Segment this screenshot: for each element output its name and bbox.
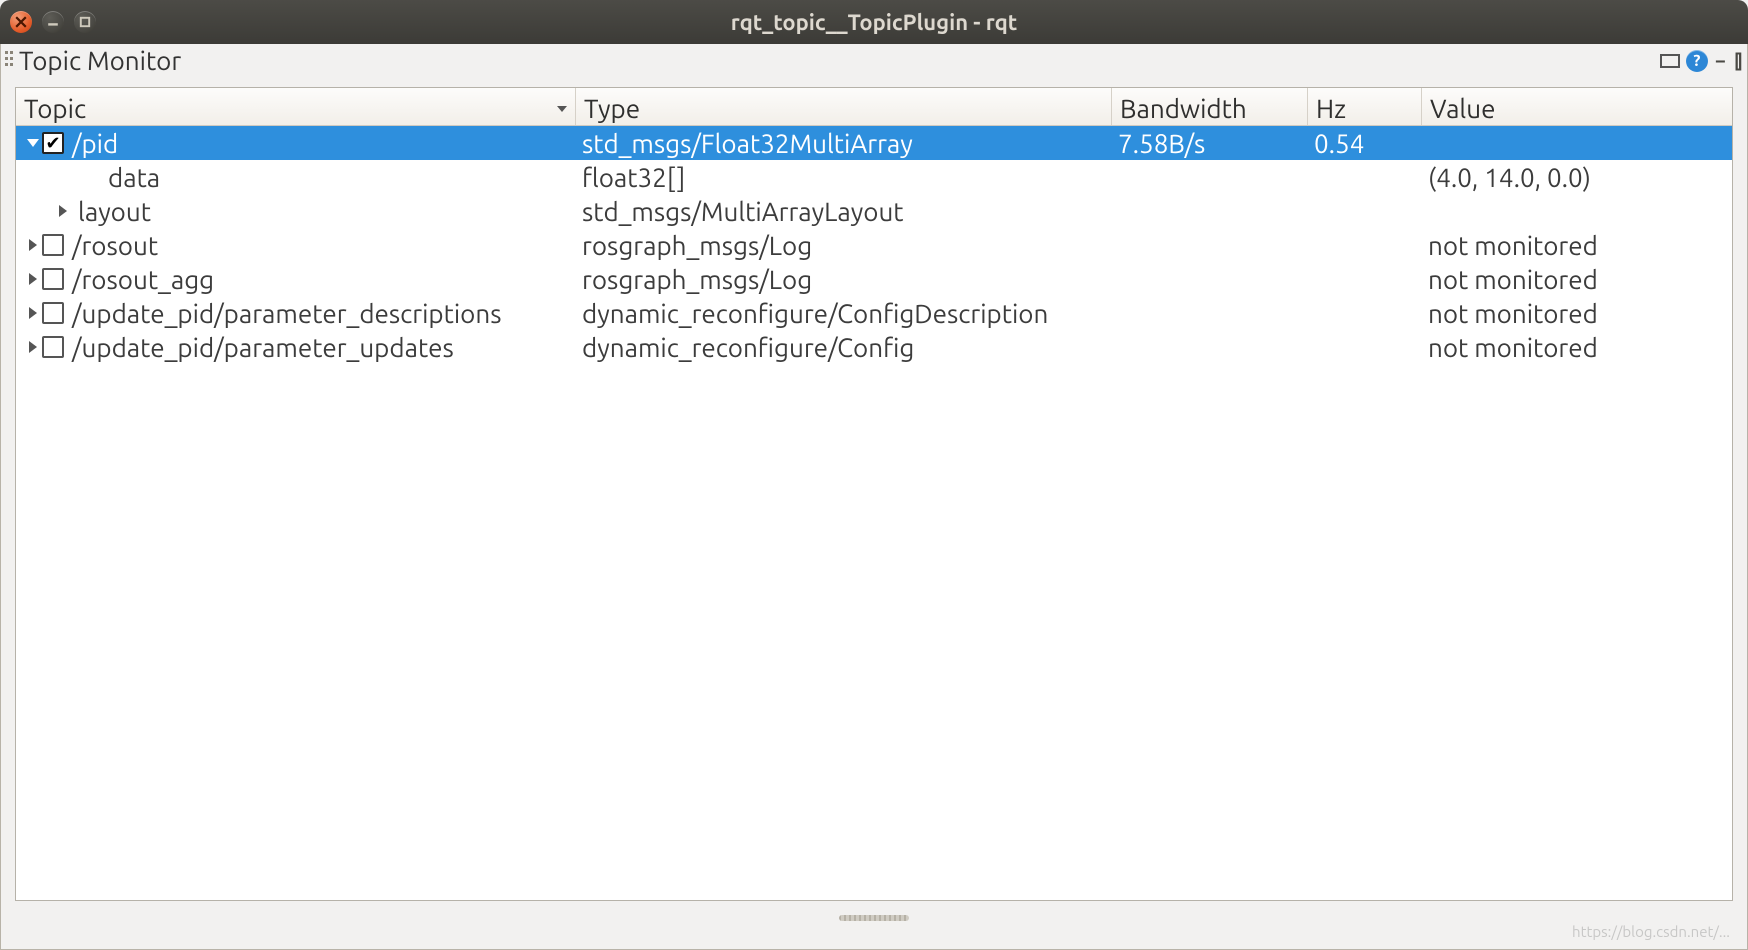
topic-type: dynamic_reconfigure/Config	[576, 333, 1112, 362]
dock-grip-icon[interactable]	[5, 49, 15, 73]
client-area: Topic Monitor ? – [ ] Topic Type Bandwid…	[0, 44, 1748, 950]
tree-row[interactable]: /update_pid/parameter_updates dynamic_rec…	[16, 330, 1732, 364]
tree-row[interactable]: data float32[] (4.0, 14.0, 0.0)	[16, 160, 1732, 194]
topic-hz: 0.54	[1308, 129, 1422, 158]
window-buttons	[10, 11, 96, 33]
expander-open-icon[interactable]	[24, 139, 42, 147]
topic-type: rosgraph_msgs/Log	[576, 231, 1112, 260]
expander-closed-icon[interactable]	[54, 205, 72, 217]
topic-type: rosgraph_msgs/Log	[576, 265, 1112, 294]
header-hz[interactable]: Hz	[1308, 88, 1422, 125]
topic-name: /rosout_agg	[70, 265, 214, 294]
header-value[interactable]: Value	[1422, 88, 1732, 125]
monitor-checkbox[interactable]	[42, 302, 64, 324]
header-type-label: Type	[584, 94, 640, 123]
topic-value: not monitored	[1422, 265, 1732, 294]
tree-row[interactable]: /rosout_agg rosgraph_msgs/Log not monitore…	[16, 262, 1732, 296]
topic-name: /update_pid/parameter_updates	[70, 333, 454, 362]
monitor-checkbox[interactable]	[42, 234, 64, 256]
topic-bandwidth: 7.58B/s	[1112, 129, 1308, 158]
monitor-checkbox[interactable]	[42, 132, 64, 154]
expander-closed-icon[interactable]	[24, 239, 42, 251]
tree-row[interactable]: /update_pid/parameter_descriptions dynami…	[16, 296, 1732, 330]
dock-minimize-icon[interactable]: –	[1714, 51, 1726, 71]
window-maximize-button[interactable]	[74, 11, 96, 33]
header-topic[interactable]: Topic	[16, 88, 576, 125]
topic-type: float32[]	[576, 163, 1112, 192]
dock-detach-icon[interactable]	[1660, 54, 1680, 68]
tree-row[interactable]: layout std_msgs/MultiArrayLayout	[16, 194, 1732, 228]
topic-name: /rosout	[70, 231, 158, 260]
minimize-icon	[47, 16, 59, 28]
resize-handle[interactable]	[839, 915, 909, 921]
header-type[interactable]: Type	[576, 88, 1112, 125]
topic-value: not monitored	[1422, 333, 1732, 362]
resize-handle-area	[1, 915, 1747, 933]
topic-name: layout	[76, 197, 151, 226]
header-bandwidth[interactable]: Bandwidth	[1112, 88, 1308, 125]
topic-name: /pid	[70, 129, 118, 158]
header-hz-label: Hz	[1316, 94, 1346, 123]
topic-name: data	[106, 163, 160, 192]
header-bandwidth-label: Bandwidth	[1120, 94, 1247, 123]
close-icon	[15, 16, 27, 28]
expander-closed-icon[interactable]	[24, 341, 42, 353]
dock-header: Topic Monitor ? – [ ]	[1, 44, 1747, 81]
dock-title: Topic Monitor	[19, 46, 181, 75]
topic-type: std_msgs/Float32MultiArray	[576, 129, 1112, 158]
tree-body[interactable]: /pid std_msgs/Float32MultiArray7.58B/s0.5…	[16, 126, 1732, 900]
expander-closed-icon[interactable]	[24, 307, 42, 319]
monitor-checkbox[interactable]	[42, 336, 64, 358]
monitor-checkbox[interactable]	[42, 268, 64, 290]
topic-value: not monitored	[1422, 231, 1732, 260]
window-close-button[interactable]	[10, 11, 32, 33]
topic-type: dynamic_reconfigure/ConfigDescription	[576, 299, 1112, 328]
header-value-label: Value	[1430, 94, 1495, 123]
help-icon[interactable]: ?	[1686, 50, 1708, 72]
tree-header: Topic Type Bandwidth Hz Value	[16, 88, 1732, 126]
topic-value: not monitored	[1422, 299, 1732, 328]
topic-type: std_msgs/MultiArrayLayout	[576, 197, 1112, 226]
topic-name: /update_pid/parameter_descriptions	[70, 299, 502, 328]
tree-row[interactable]: /rosout rosgraph_msgs/Log not monitored	[16, 228, 1732, 262]
dock-restore-icon[interactable]: [ ]	[1732, 51, 1741, 71]
expander-closed-icon[interactable]	[24, 273, 42, 285]
window-titlebar: rqt_topic__TopicPlugin - rqt	[0, 0, 1748, 44]
window-minimize-button[interactable]	[42, 11, 64, 33]
window-title: rqt_topic__TopicPlugin - rqt	[0, 10, 1748, 35]
sort-indicator-icon	[557, 106, 567, 112]
topic-value: (4.0, 14.0, 0.0)	[1422, 163, 1732, 192]
maximize-icon	[79, 16, 91, 28]
topic-tree-panel: Topic Type Bandwidth Hz Value /pid std_ms…	[15, 87, 1733, 901]
header-topic-label: Topic	[24, 94, 86, 123]
tree-row[interactable]: /pid std_msgs/Float32MultiArray7.58B/s0.5…	[16, 126, 1732, 160]
